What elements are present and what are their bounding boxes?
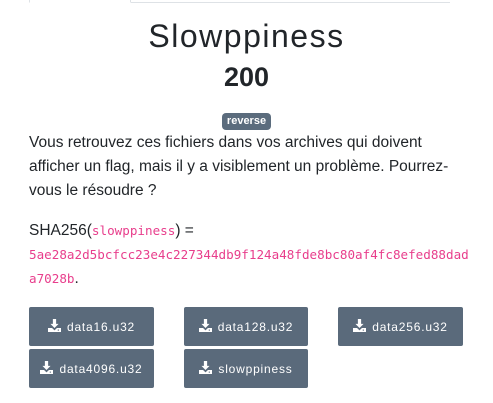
download-label: slowppiness bbox=[218, 361, 293, 376]
download-button-data16[interactable]: data16.u32 bbox=[29, 307, 154, 346]
tag-row: reverse bbox=[0, 111, 493, 130]
sha-period: . bbox=[74, 270, 79, 287]
download-button-data4096[interactable]: data4096.u32 bbox=[29, 349, 154, 388]
tab-divider bbox=[131, 2, 450, 3]
sha256-line: SHA256(slowppiness) = 5ae28a2d5bcfcc23e4… bbox=[29, 219, 469, 291]
sha-suffix: ) = bbox=[175, 222, 194, 239]
download-label: data4096.u32 bbox=[59, 361, 143, 376]
category-badge[interactable]: reverse bbox=[221, 113, 272, 130]
sha-prefix: SHA256( bbox=[29, 222, 92, 239]
challenge-points: 200 bbox=[223, 62, 270, 92]
download-label: data128.u32 bbox=[217, 319, 294, 334]
download-icon bbox=[47, 318, 61, 335]
download-button-data128[interactable]: data128.u32 bbox=[184, 307, 308, 346]
download-button-data256[interactable]: data256.u32 bbox=[338, 307, 463, 346]
challenge-description: Vous retrouvez ces fichiers dans vos arc… bbox=[29, 134, 449, 199]
challenge-title: Slowppiness bbox=[148, 18, 345, 54]
sha-hash: 5ae28a2d5bcfcc23e4c227344db9f124a48fde8b… bbox=[29, 247, 469, 286]
tab-challenge[interactable] bbox=[29, 0, 131, 3]
download-icon bbox=[40, 360, 54, 377]
download-icon bbox=[353, 318, 367, 335]
download-icon bbox=[199, 360, 213, 377]
download-label: data256.u32 bbox=[372, 319, 448, 334]
challenge-page: Slowppiness 200 reverse Vous retrouvez c… bbox=[0, 0, 493, 403]
download-icon bbox=[198, 318, 212, 335]
tab-bar bbox=[29, 0, 450, 4]
sha-filename: slowppiness bbox=[91, 223, 176, 238]
download-button-slowppiness[interactable]: slowppiness bbox=[184, 349, 308, 388]
download-label: data16.u32 bbox=[66, 319, 136, 334]
